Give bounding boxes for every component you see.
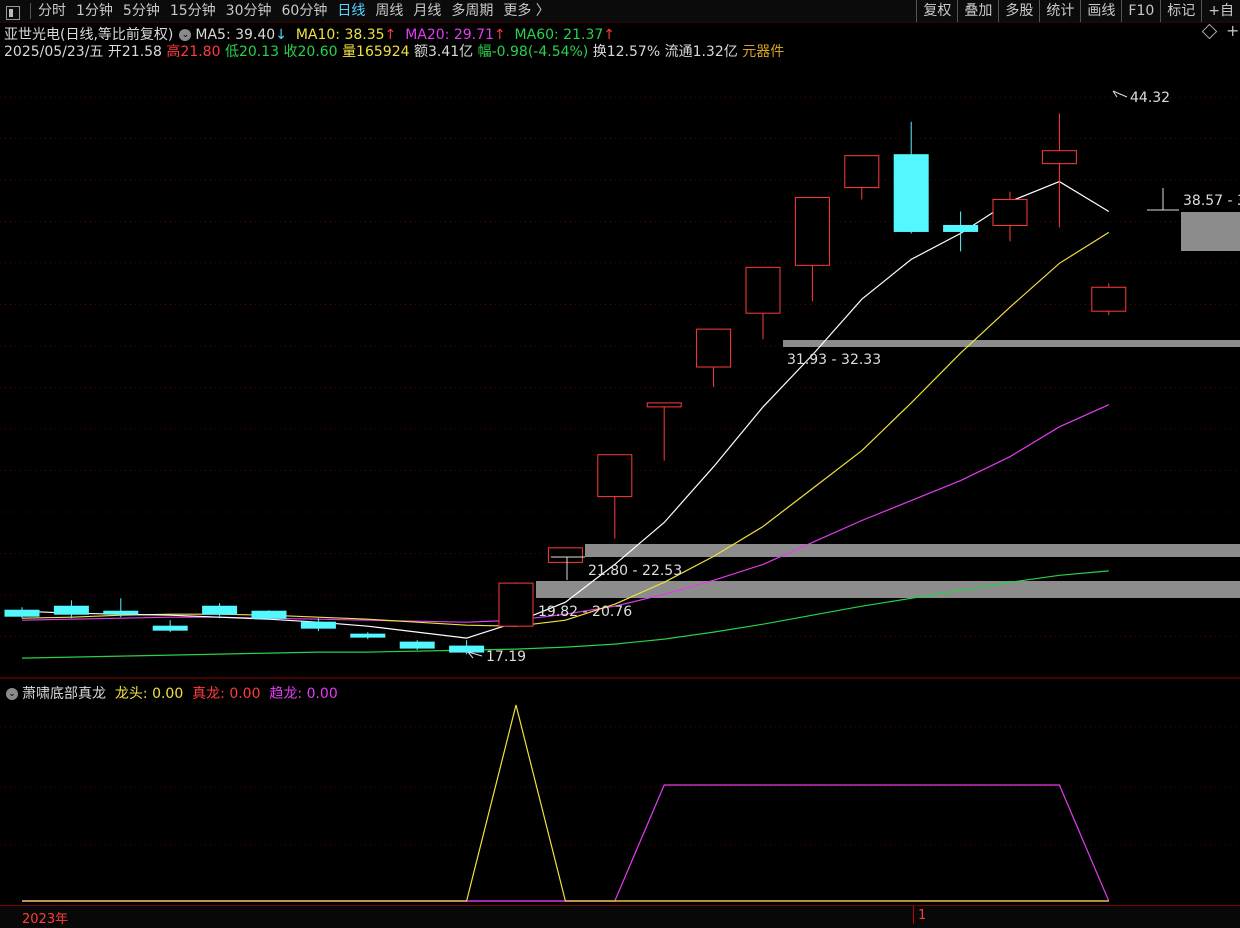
indicator-settings-icon[interactable]: ⌄ (6, 688, 18, 700)
candle-body (696, 328, 732, 368)
candle-body (943, 224, 979, 232)
candle-body (449, 645, 485, 653)
candle-body (300, 621, 336, 629)
gap-band-2 (585, 544, 1240, 557)
gap-label-3: 31.93 - 32.33 (787, 352, 881, 368)
gap-band-1 (536, 581, 1240, 598)
candle-body (399, 641, 435, 649)
candle-body (103, 610, 139, 615)
candle-body (202, 605, 238, 615)
candlesticks (4, 113, 1127, 655)
candle-body (893, 154, 929, 232)
high-arrow-icon (1112, 90, 1128, 98)
gap-band-4 (1181, 212, 1240, 251)
candle-body (4, 609, 40, 617)
gap-bands (536, 212, 1240, 598)
candle-body (53, 605, 89, 615)
time-axis: 2023年 1 (0, 905, 1240, 928)
candle-body (547, 547, 583, 563)
gap-label-1: 19.82 - 20.76 (538, 604, 632, 620)
candle-body (152, 625, 188, 631)
candle-body (745, 266, 781, 314)
candle-body (844, 155, 880, 189)
gap-band-3 (783, 340, 1240, 347)
month-label: 1 (918, 908, 927, 923)
candle-body (251, 610, 287, 619)
candle-body (1041, 150, 1077, 165)
candle-body (794, 197, 830, 266)
zhenlong-line (22, 784, 1110, 902)
candle-body (597, 454, 633, 498)
candle-body (498, 582, 534, 627)
zhenlong-label: 真龙: (192, 686, 225, 702)
candle-body (646, 402, 682, 408)
gap-bracket-2 (1147, 188, 1179, 211)
candle-body (1091, 286, 1127, 312)
low-price-label: 17.19 (486, 649, 526, 665)
gap-label-2: 21.80 - 22.53 (588, 563, 682, 579)
year-label: 2023年 (22, 912, 69, 927)
low-arrow-icon (467, 651, 483, 659)
high-price-label: 44.32 (1130, 90, 1170, 106)
indicator-lines (22, 704, 1110, 902)
qulong-label: 趋龙: (269, 686, 303, 702)
gap-label-4: 38.57 - 3 (1183, 193, 1240, 209)
longtou-value: 0.00 (152, 686, 184, 702)
month-tick (913, 906, 914, 924)
candle-body (350, 633, 386, 638)
zhenlong-value: 0.00 (229, 686, 261, 702)
ma5-line (21, 180, 1110, 639)
kline-chart[interactable]: 44.32 17.19 19.82 - 20.76 21.80 - 22.53 … (0, 0, 1240, 927)
indicator-title: ⌄ 萧啸底部真龙 龙头: 0.00 真龙: 0.00 趋龙: 0.00 (4, 683, 338, 703)
longtou-line (22, 704, 1109, 902)
qulong-value: 0.00 (306, 686, 338, 702)
indicator-grid (0, 726, 1240, 846)
candle-body (992, 199, 1028, 226)
indicator-name: 萧啸底部真龙 (22, 686, 106, 702)
longtou-label: 龙头: (114, 686, 148, 702)
